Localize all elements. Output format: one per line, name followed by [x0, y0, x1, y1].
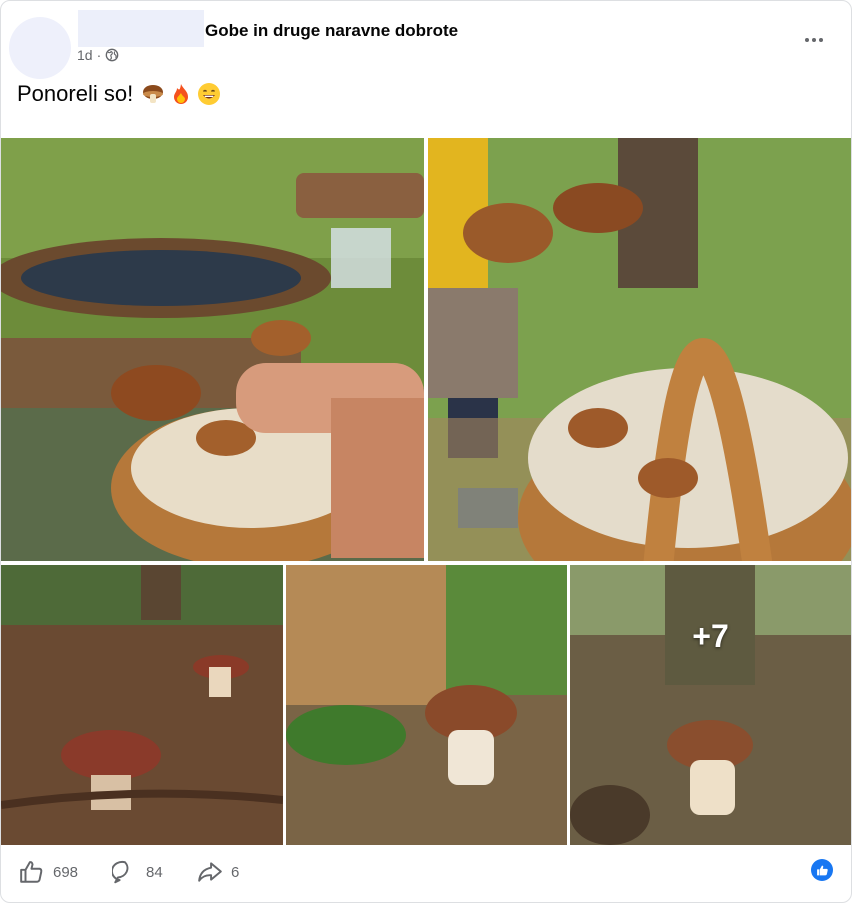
grid-photo-4[interactable]	[286, 565, 567, 845]
comment-button[interactable]: 84	[112, 859, 163, 885]
fire-emoji	[174, 84, 189, 104]
share-button[interactable]: 6	[197, 859, 239, 885]
share-arrow-icon	[198, 862, 222, 882]
like-reaction-icon[interactable]	[811, 859, 833, 881]
comment-count: 84	[146, 863, 163, 881]
grid-photo-5[interactable]: +7	[570, 565, 851, 845]
group-name[interactable]: Gobe in druge naravne dobrote	[205, 21, 458, 41]
like-count: 698	[53, 863, 79, 881]
like-button[interactable]: 698	[19, 859, 78, 885]
photo-3-illustration	[1, 565, 283, 845]
more-options-icon	[805, 38, 809, 42]
more-photos-overlay[interactable]: +7	[570, 565, 851, 845]
more-photos-count: +7	[692, 617, 729, 654]
like-reaction-glyph	[816, 865, 828, 875]
photo-4-illustration	[286, 565, 567, 845]
photo-2-illustration	[428, 138, 851, 561]
globe-icon	[105, 48, 119, 62]
redacted-author-name	[78, 10, 204, 47]
more-options-button[interactable]	[797, 27, 831, 53]
meta-separator: ·	[96, 47, 102, 63]
post-card: Gobe in druge naravne dobrote 1d · Ponor…	[0, 0, 852, 903]
grid-photo-2[interactable]	[428, 138, 851, 561]
post-text-content: Ponoreli so!	[17, 81, 134, 106]
more-dot	[819, 38, 823, 42]
thumbs-up-icon	[20, 861, 43, 883]
photo-1-illustration	[1, 138, 424, 561]
avatar[interactable]	[9, 17, 71, 79]
post-time[interactable]: 1d	[77, 47, 93, 63]
grid-photo-3[interactable]	[1, 565, 283, 845]
post-meta: 1d ·	[77, 47, 119, 63]
post-text: Ponoreli so!	[17, 81, 221, 107]
more-dot	[812, 38, 816, 42]
comment-bubble-icon	[112, 860, 129, 884]
grid-photo-1[interactable]	[1, 138, 424, 561]
grinning-emoji	[198, 83, 221, 105]
mushroom-emoji	[143, 85, 164, 103]
share-count: 6	[231, 863, 240, 881]
post-actions: 698 84 6	[1, 849, 851, 899]
